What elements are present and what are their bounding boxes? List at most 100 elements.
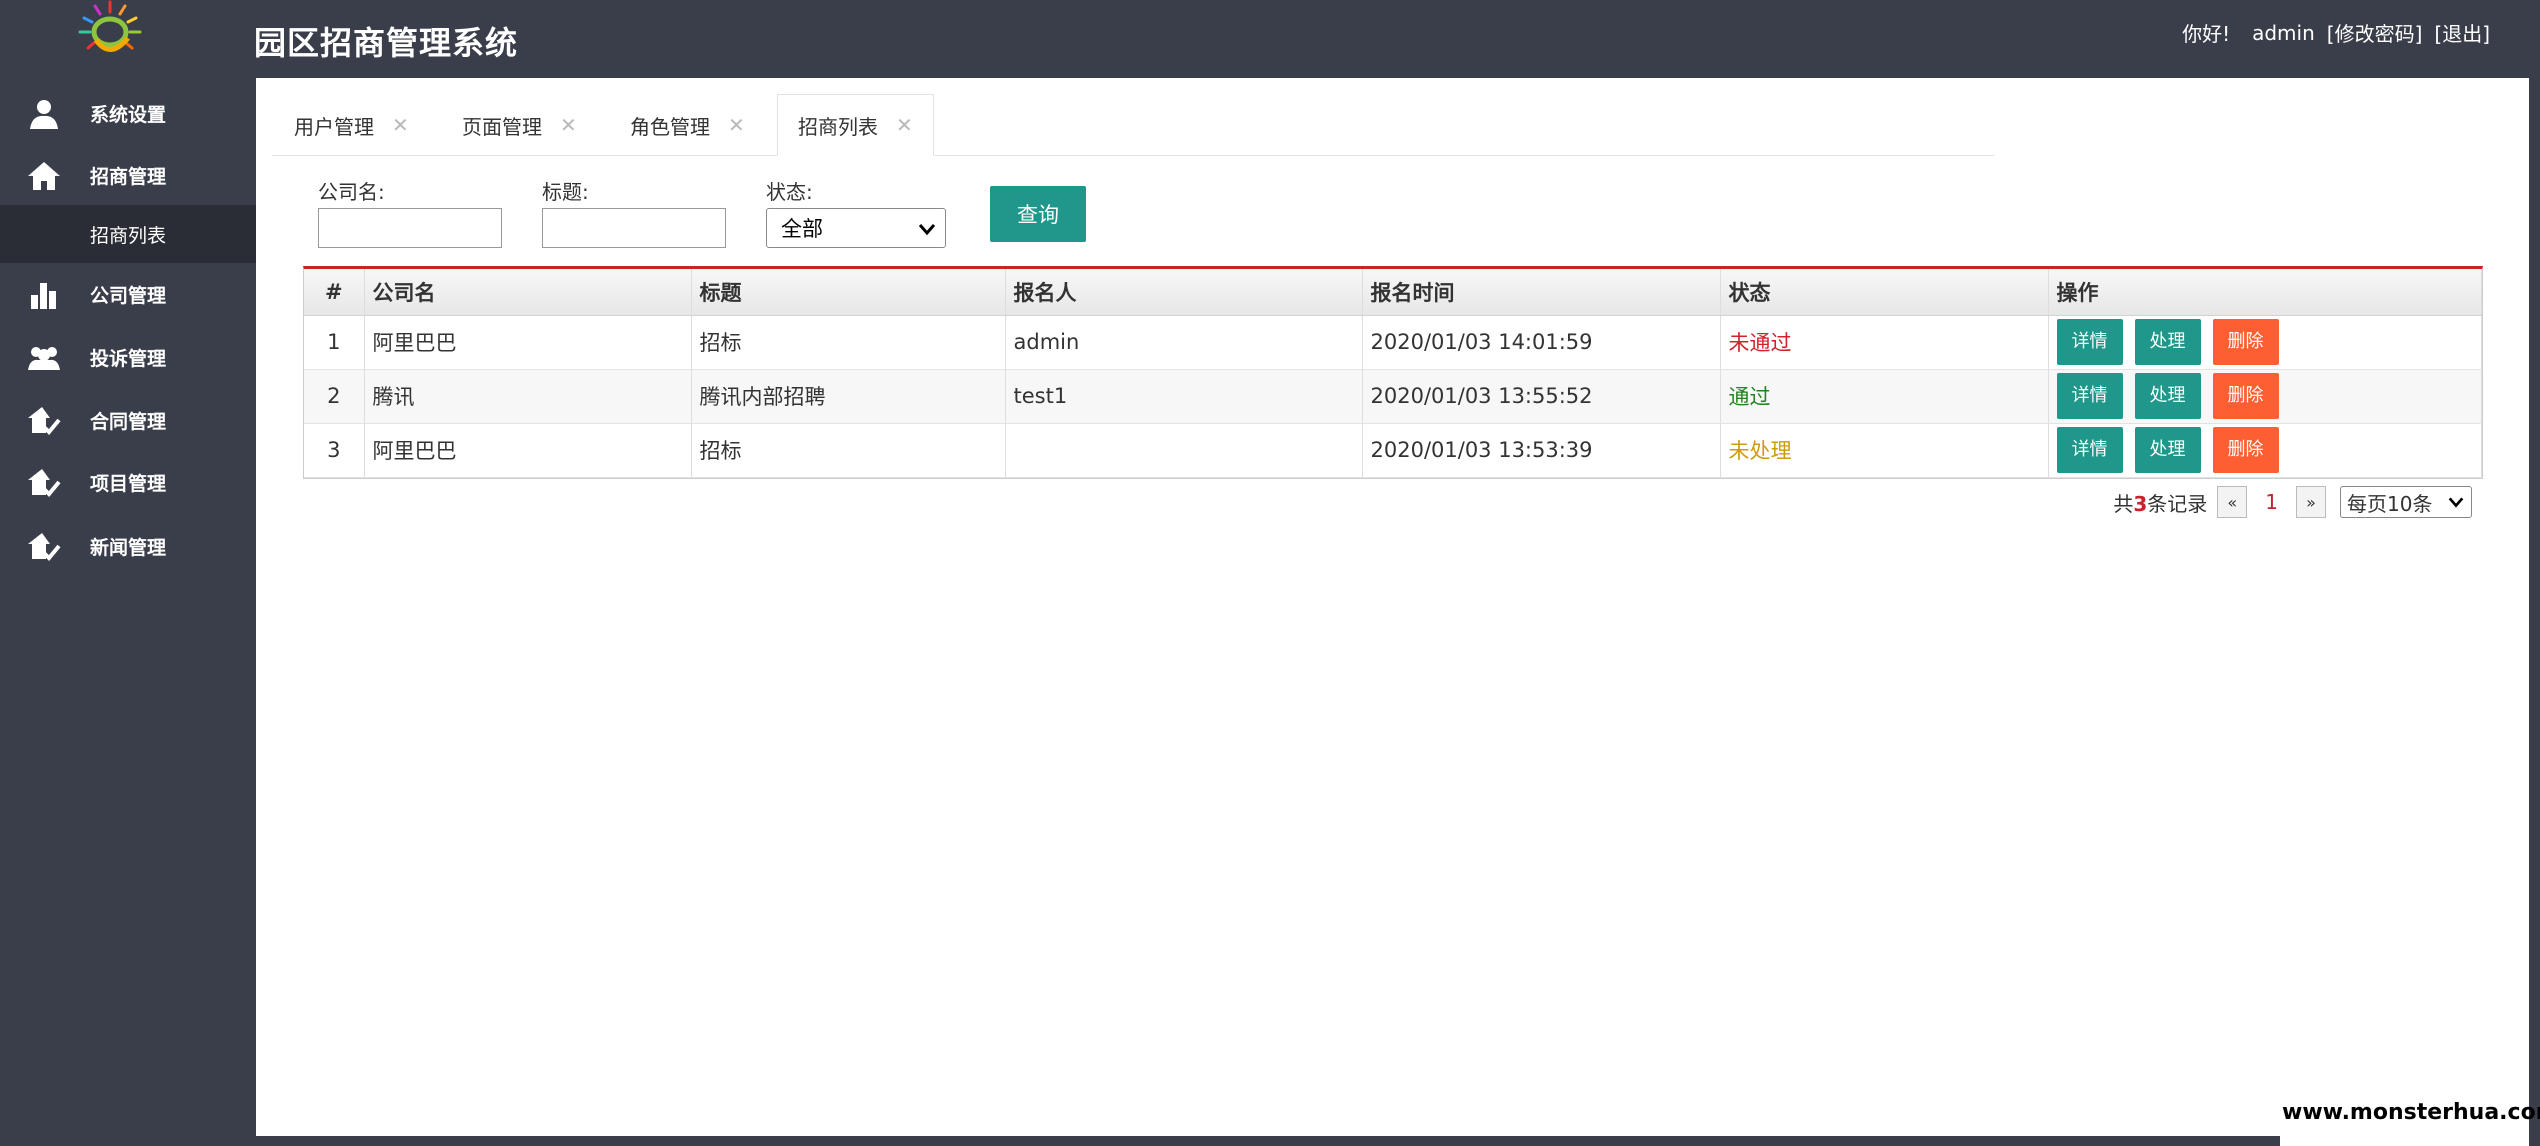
sidebar-item-label: 合同管理	[90, 410, 167, 433]
actions-cell: 详情 处理 删除	[2048, 369, 2482, 424]
table-header-row: # 公司名 标题 报名人 报名时间 状态 操作	[304, 269, 2482, 316]
chevron-down-icon	[2448, 497, 2464, 508]
logout-link[interactable]: [退出]	[2434, 18, 2490, 47]
house-check-icon	[28, 469, 61, 497]
group-icon	[28, 347, 60, 370]
close-icon[interactable]: ✕	[560, 113, 577, 137]
home-icon	[28, 162, 60, 190]
sidebar-item-company[interactable]: 公司管理	[0, 263, 256, 325]
close-icon[interactable]: ✕	[392, 113, 409, 137]
investment-table: # 公司名 标题 报名人 报名时间 状态 操作 1 阿里巴巴 招标 admin …	[303, 266, 2483, 479]
delete-button[interactable]: 删除	[2212, 319, 2279, 365]
company-name-input[interactable]	[318, 208, 502, 248]
status-select[interactable]: 全部	[766, 208, 946, 248]
pagination: 共3条记录 « 1 » 每页10条	[2113, 486, 2472, 518]
bottom-bar	[256, 1136, 2280, 1146]
time-cell: 2020/01/03 14:01:59	[1362, 315, 1721, 370]
row-number: 1	[304, 315, 365, 370]
column-header: 公司名	[364, 269, 692, 316]
column-header: #	[304, 269, 365, 316]
system-title: 园区招商管理系统	[254, 24, 519, 62]
status-cell: 通过	[1720, 369, 2049, 424]
delete-button[interactable]: 删除	[2212, 427, 2279, 473]
table-row: 3 阿里巴巴 招标 2020/01/03 13:53:39 未处理 详情 处理 删除	[304, 423, 2482, 478]
sidebar-item-label: 公司管理	[90, 284, 167, 307]
sidebar-subitem-investment-list[interactable]: 招商列表	[0, 205, 256, 263]
sidebar-item-news[interactable]: 新闻管理	[0, 515, 256, 577]
watermark-text: www.monsterhua.com	[2282, 1100, 2540, 1125]
user-icon	[30, 100, 58, 129]
handle-button[interactable]: 处理	[2134, 373, 2201, 419]
sidebar-item-label: 招商管理	[90, 165, 167, 188]
chevron-down-icon	[918, 224, 936, 236]
logo-icon	[78, 0, 142, 52]
title-cell: 招标	[691, 315, 1006, 370]
row-number: 3	[304, 423, 365, 478]
handle-button[interactable]: 处理	[2134, 427, 2201, 473]
prev-page-button[interactable]: «	[2217, 486, 2248, 518]
change-password-link[interactable]: [修改密码]	[2327, 18, 2423, 47]
page-size-select[interactable]: 每页10条	[2340, 486, 2472, 518]
total-count: 3	[2133, 491, 2148, 516]
column-header: 报名人	[1005, 269, 1363, 316]
username: admin	[2252, 20, 2315, 45]
sidebar-item-project[interactable]: 项目管理	[0, 451, 256, 513]
tab-page-management[interactable]: 页面管理 ✕	[462, 94, 577, 156]
sidebar-item-label: 系统设置	[90, 103, 167, 126]
detail-button[interactable]: 详情	[2056, 319, 2123, 365]
sidebar-item-contract[interactable]: 合同管理	[0, 389, 256, 451]
applicant-cell: admin	[1005, 315, 1363, 370]
sidebar-item-label: 新闻管理	[90, 536, 167, 559]
house-check-icon	[28, 407, 61, 435]
right-edge-strip	[2529, 0, 2540, 1146]
actions-cell: 详情 处理 删除	[2048, 423, 2482, 478]
title-input[interactable]	[542, 208, 726, 248]
query-button[interactable]: 查询	[990, 186, 1086, 242]
sidebar-nav: 系统设置 招商管理 招商列表 公司管理 投诉管理 合同管理 项目管理 新闻管理	[0, 78, 256, 1146]
time-cell: 2020/01/03 13:53:39	[1362, 423, 1721, 478]
title-label: 标题:	[542, 180, 589, 204]
detail-button[interactable]: 详情	[2056, 373, 2123, 419]
column-header: 标题	[691, 269, 1006, 316]
detail-button[interactable]: 详情	[2056, 427, 2123, 473]
table-row: 2 腾讯 腾讯内部招聘 test1 2020/01/03 13:55:52 通过…	[304, 369, 2482, 424]
current-page[interactable]: 1	[2265, 490, 2278, 514]
status-select-value: 全部	[781, 217, 823, 241]
sidebar-item-label: 项目管理	[90, 472, 167, 495]
tab-label: 招商列表	[798, 114, 878, 139]
tab-label: 页面管理	[462, 114, 542, 139]
company-cell: 阿里巴巴	[364, 315, 692, 370]
tab-investment-list[interactable]: 招商列表 ✕	[777, 94, 934, 156]
company-cell: 阿里巴巴	[364, 423, 692, 478]
sidebar-item-system-settings[interactable]: 系统设置	[0, 82, 256, 144]
status-cell: 未处理	[1720, 423, 2049, 478]
status-label: 状态:	[766, 180, 813, 204]
tab-role-management[interactable]: 角色管理 ✕	[630, 94, 745, 156]
company-name-label: 公司名:	[318, 180, 385, 204]
time-cell: 2020/01/03 13:55:52	[1362, 369, 1721, 424]
title-cell: 招标	[691, 423, 1006, 478]
handle-button[interactable]: 处理	[2134, 319, 2201, 365]
greeting-text: 你好!	[2182, 22, 2231, 46]
status-cell: 未通过	[1720, 315, 2049, 370]
applicant-cell	[1005, 423, 1363, 478]
top-bar: 园区招商管理系统 你好! admin [修改密码] [退出]	[0, 0, 2540, 78]
actions-cell: 详情 处理 删除	[2048, 315, 2482, 370]
column-header: 报名时间	[1362, 269, 1721, 316]
column-header: 操作	[2048, 269, 2482, 316]
column-header: 状态	[1720, 269, 2049, 316]
page-size-value: 每页10条	[2347, 491, 2433, 516]
record-count: 共3条记录	[2113, 491, 2208, 516]
company-cell: 腾讯	[364, 369, 692, 424]
delete-button[interactable]: 删除	[2212, 373, 2279, 419]
close-icon[interactable]: ✕	[728, 113, 745, 137]
tab-user-management[interactable]: 用户管理 ✕	[294, 94, 409, 156]
tab-bar: 用户管理 ✕ 页面管理 ✕ 角色管理 ✕ 招商列表 ✕	[272, 94, 1994, 156]
sidebar-item-investment[interactable]: 招商管理	[0, 144, 256, 206]
applicant-cell: test1	[1005, 369, 1363, 424]
close-icon[interactable]: ✕	[896, 113, 913, 137]
sidebar-item-complaint[interactable]: 投诉管理	[0, 326, 256, 388]
row-number: 2	[304, 369, 365, 424]
bar-chart-icon	[31, 283, 56, 309]
next-page-button[interactable]: »	[2296, 486, 2326, 518]
